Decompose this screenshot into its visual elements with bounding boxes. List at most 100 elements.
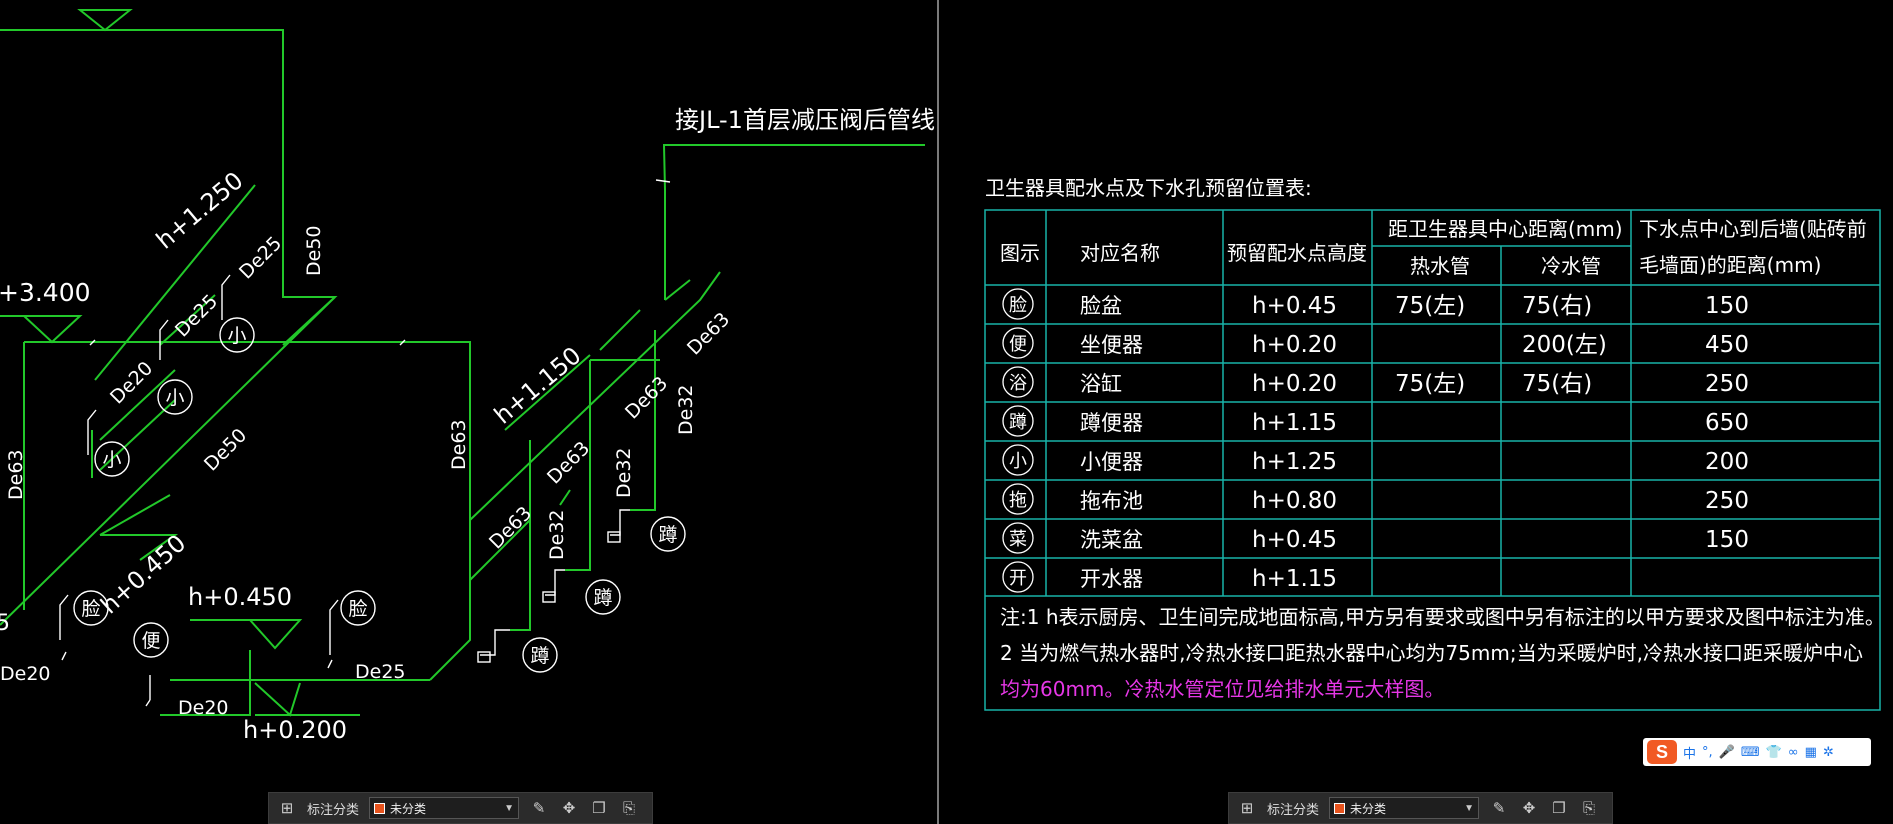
toolbar-label: 标注分类 [1267, 801, 1320, 817]
header-drain: 毛墙面)的距离(mm) [1639, 253, 1821, 277]
fixture-symbol-label: 小 [102, 449, 121, 471]
skin-icon[interactable]: 👕 [1766, 745, 1782, 760]
table-cell-name: 脸盆 [1080, 294, 1122, 318]
grid-icon[interactable]: ⊞ [277, 798, 297, 818]
partial-label: 5 [0, 611, 10, 636]
pipe-size-label: De32 [613, 448, 635, 499]
table-cell-hot: 75(左) [1395, 371, 1465, 397]
fixture-symbol-label: 脸 [81, 598, 100, 620]
table-cell-drain: 650 [1705, 410, 1749, 436]
table-symbol-label: 菜 [1009, 529, 1027, 550]
edit-icon[interactable]: ✎ [1489, 798, 1509, 818]
table-cell-drain: 250 [1705, 488, 1749, 514]
pipe-size-label: De32 [675, 385, 697, 436]
ime-toolbar: S 中 °, 🎤 ⌨ 👕 ∞ ▦ ✲ [1643, 738, 1871, 766]
category-select[interactable]: 未分类 ▼ [369, 797, 520, 819]
table-cell-cold: 75(右) [1522, 371, 1592, 397]
table-cell-name: 浴缸 [1080, 372, 1122, 396]
table-cell-height: h+0.80 [1252, 488, 1337, 514]
pipe-size-label: De63 [621, 372, 672, 423]
pipe-size-label: De20 [106, 357, 157, 408]
table-cell-cold: 200(左) [1522, 332, 1607, 358]
pipe-size-label: De25 [171, 290, 222, 341]
move-icon[interactable]: ✥ [559, 798, 579, 818]
connection-note: 接JL-1首层减压阀后管线 [675, 106, 935, 134]
table-cell-name: 蹲便器 [1080, 411, 1143, 435]
ime-lang-toggle[interactable]: 中 [1683, 743, 1696, 762]
table-cell-drain: 200 [1705, 449, 1749, 475]
cad-canvas[interactable]: 接JL-1首层减压阀后管线+3.400h+1.250h+1.150h+0.450… [0, 0, 1893, 824]
pipe-size-label: De50 [303, 226, 325, 277]
edit-icon[interactable]: ✎ [529, 798, 549, 818]
pipe-size-label: De63 [5, 450, 27, 501]
table-symbol-label: 开 [1009, 568, 1027, 589]
keyboard-icon[interactable]: ⌨ [1741, 745, 1760, 760]
table-cell-cold: 75(右) [1522, 293, 1592, 319]
elevation-label: h+0.200 [243, 716, 347, 744]
table-symbol-label: 便 [1009, 334, 1027, 355]
header-height: 预留配水点高度 [1227, 241, 1367, 265]
table-cell-height: h+0.45 [1252, 293, 1337, 319]
table-cell-hot: 75(左) [1395, 293, 1465, 319]
header-icon: 图示 [1000, 241, 1040, 265]
sogou-logo-icon[interactable]: S [1647, 740, 1677, 764]
table-cell-drain: 150 [1705, 527, 1749, 553]
table-cell-drain: 250 [1705, 371, 1749, 397]
table-cell-name: 洗菜盆 [1080, 528, 1143, 552]
fixture-symbol-label: 蹲 [593, 587, 612, 609]
chevron-down-icon: ▼ [504, 802, 515, 814]
pipe-size-label: De20 [178, 697, 229, 719]
table-cell-drain: 150 [1705, 293, 1749, 319]
settings-icon[interactable]: ✲ [1823, 745, 1834, 760]
table-cell-name: 拖布池 [1080, 489, 1143, 513]
elevation-label: h+0.450 [95, 529, 191, 619]
pipe-size-label: De50 [200, 424, 251, 475]
table-symbol-label: 拖 [1009, 490, 1027, 511]
pipe-size-label: De32 [546, 510, 568, 561]
table-cell-height: h+0.45 [1252, 527, 1337, 553]
fixture-symbol-label: 蹲 [658, 524, 677, 546]
paste-icon[interactable]: ⎘ [619, 798, 639, 818]
table-title: 卫生器具配水点及下水孔预留位置表: [985, 176, 1312, 200]
elevation-label: h+1.150 [489, 341, 587, 429]
pipe-size-label: De63 [485, 502, 536, 553]
table-note: 注:1 h表示厨房、卫生间完成地面标高,甲方另有要求或图中另有标注的以甲方要求及… [1000, 605, 1885, 629]
annotation-toolbar-right: ⊞ 标注分类 未分类 ▼ ✎ ✥ ❐ ⎘ [1228, 792, 1613, 824]
pipe-size-label: De63 [683, 308, 734, 359]
grid-icon[interactable]: ⊞ [1237, 798, 1257, 818]
pipe-size-label: De63 [543, 437, 594, 488]
header-distance-group: 距卫生器具中心距离(mm) [1388, 217, 1623, 241]
pipe-size-label: De25 [235, 232, 286, 283]
category-select-value: 未分类 [1350, 801, 1387, 816]
move-icon[interactable]: ✥ [1519, 798, 1539, 818]
microphone-icon[interactable]: 🎤 [1719, 745, 1735, 760]
annotation-toolbar-left: ⊞ 标注分类 未分类 ▼ ✎ ✥ ❐ ⎘ [268, 792, 653, 824]
category-select-value: 未分类 [390, 801, 427, 816]
table-cell-height: h+1.15 [1252, 410, 1337, 436]
header-hot: 热水管 [1410, 254, 1470, 278]
table-cell-name: 坐便器 [1080, 333, 1143, 357]
fixture-symbol-label: 蹲 [530, 645, 549, 667]
table-note: 2 当为燃气热水器时,冷热水接口距热水器中心均为75mm;当为采暖炉时,冷热水接… [1000, 641, 1863, 665]
pipe-size-label: De25 [355, 661, 406, 683]
fixture-symbol-label: 便 [141, 630, 160, 652]
punctuation-icon[interactable]: °, [1702, 745, 1713, 760]
fixture-symbol-label: 小 [227, 325, 246, 347]
fixture-symbol-label: 小 [165, 387, 184, 409]
table-cell-height: h+0.20 [1252, 332, 1337, 358]
header-cold: 冷水管 [1541, 254, 1601, 278]
toolbox-icon[interactable]: ▦ [1805, 745, 1817, 760]
paste-icon[interactable]: ⎘ [1579, 798, 1599, 818]
link-icon[interactable]: ∞ [1788, 745, 1799, 760]
fixture-symbol-label: 脸 [348, 598, 367, 620]
header-name: 对应名称 [1080, 241, 1160, 265]
chevron-down-icon: ▼ [1464, 802, 1475, 814]
table-cell-name: 小便器 [1080, 450, 1143, 474]
header-drain: 下水点中心到后墙(贴砖前 [1639, 217, 1867, 241]
category-select[interactable]: 未分类 ▼ [1329, 797, 1480, 819]
table-symbol-label: 蹲 [1009, 412, 1027, 433]
copy-icon[interactable]: ❐ [589, 798, 609, 818]
copy-icon[interactable]: ❐ [1549, 798, 1569, 818]
viewport-divider[interactable] [937, 0, 939, 824]
table-cell-height: h+0.20 [1252, 371, 1337, 397]
